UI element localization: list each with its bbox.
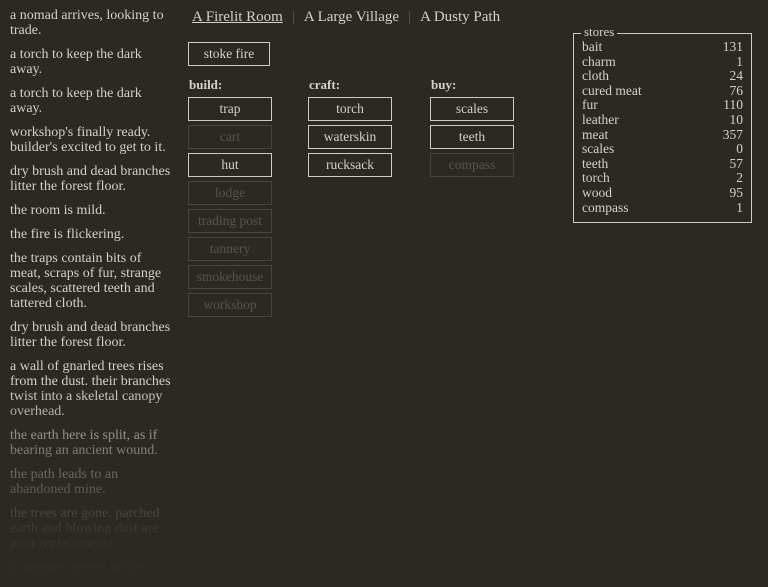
store-item-name: fur <box>582 97 598 113</box>
stores-legend: stores <box>581 25 618 39</box>
store-item-name: compass <box>582 199 629 215</box>
buy-button-teeth[interactable]: teeth <box>430 125 514 149</box>
buy-section: buy: scales teeth compass <box>430 78 514 181</box>
store-item-name: cured meat <box>582 82 642 98</box>
store-row: wood 95 <box>582 184 744 201</box>
store-item-value: 2 <box>736 170 743 186</box>
build-button-smokehouse: smokehouse <box>188 265 272 289</box>
build-button-list: trap cart hut lodge trading post tannery smoke… <box>188 97 272 317</box>
notification-row: the trees are gone. parched earth and bl… <box>10 506 160 551</box>
buy-button-compass: compass <box>430 153 514 177</box>
store-item-value: 1 <box>736 53 743 69</box>
build-button-trading-post: trading post <box>188 209 272 233</box>
notification-row: the path leads to an abandoned mine. <box>10 467 119 497</box>
tab-a-dusty-path[interactable]: A Dusty Path <box>420 9 500 26</box>
header-tabs: A Firelit Room | A Large Village | A Dusty P… <box>192 9 500 29</box>
notification-row: the room is mild. <box>10 203 106 218</box>
store-row: teeth 57 <box>582 155 744 172</box>
notification-row: a nomad arrives, looking to trade. <box>10 8 164 38</box>
tab-separator: | <box>408 9 412 25</box>
build-section: build: trap cart hut lodge trading post tanne… <box>188 78 272 321</box>
store-item-value: 357 <box>722 126 743 142</box>
notification-row: the traps contain bits of meat, scraps o… <box>10 251 162 311</box>
craft-title: craft: <box>309 77 341 92</box>
notification-row: a wall of gnarled trees rises from the d… <box>10 359 171 419</box>
stoke-fire-button[interactable]: stoke fire <box>188 42 270 66</box>
build-button-cart: cart <box>188 125 272 149</box>
tab-a-firelit-room[interactable]: A Firelit Room <box>192 9 283 26</box>
store-item-name: cloth <box>582 68 609 84</box>
stores-row-list: bait 131 charm 1 cloth 24 cured meat 76 fur 110 le… <box>582 39 744 216</box>
stores-panel: stores bait 131 charm 1 cloth 24 cured meat 76 f… <box>573 25 752 224</box>
store-item-name: leather <box>582 111 619 127</box>
notification-row: the fire is flickering. <box>10 227 125 242</box>
store-row: torch 2 <box>582 171 743 186</box>
store-row: compass 1 <box>582 199 743 216</box>
store-item-value: 10 <box>729 111 744 127</box>
notification-row: a torch to keep the dark away. <box>10 47 142 77</box>
store-item-value: 131 <box>722 39 743 54</box>
notification-log: a nomad arrives, looking to trade. a torc… <box>0 0 182 587</box>
notification-row: a stranger arrives in the night. <box>10 560 142 587</box>
tab-separator: | <box>291 9 295 25</box>
craft-section: craft: torch waterskin rucksack <box>308 78 392 181</box>
notification-row: dry brush and dead branches litter the f… <box>10 164 171 194</box>
store-row: charm 1 <box>582 53 743 70</box>
craft-button-list: torch waterskin rucksack <box>308 97 392 177</box>
store-item-value: 0 <box>736 141 743 157</box>
notification-row: workshop's finally ready. builder's exci… <box>10 125 166 155</box>
store-item-value: 95 <box>729 184 744 200</box>
build-button-workshop: workshop <box>188 293 272 317</box>
store-item-value: 57 <box>729 155 744 171</box>
store-row: cured meat 76 <box>582 82 744 99</box>
craft-button-torch[interactable]: torch <box>308 97 392 121</box>
notification-row: the earth here is split, as if bearing a… <box>10 428 158 458</box>
store-item-value: 1 <box>736 199 743 215</box>
tab-a-large-village[interactable]: A Large Village <box>304 9 399 26</box>
store-row: scales 0 <box>582 142 743 157</box>
store-item-name: scales <box>582 141 615 157</box>
store-row: fur 110 <box>582 98 743 113</box>
store-row: meat 357 <box>582 126 743 143</box>
build-button-tannery: tannery <box>188 237 272 261</box>
store-item-value: 110 <box>723 97 743 113</box>
store-item-name: bait <box>582 39 603 54</box>
build-button-trap[interactable]: trap <box>188 97 272 121</box>
store-item-value: 24 <box>729 68 744 84</box>
notification-row: dry brush and dead branches litter the f… <box>10 320 171 350</box>
buy-button-scales[interactable]: scales <box>430 97 514 121</box>
store-row: bait 131 <box>582 39 743 55</box>
store-item-value: 76 <box>729 82 744 98</box>
notification-row: a torch to keep the dark away. <box>10 86 142 116</box>
craft-button-waterskin[interactable]: waterskin <box>308 125 392 149</box>
build-button-hut[interactable]: hut <box>188 153 272 177</box>
store-item-name: charm <box>582 53 616 69</box>
buy-title: buy: <box>431 77 457 92</box>
store-item-name: meat <box>582 126 609 142</box>
store-row: cloth 24 <box>582 69 743 84</box>
room-panel: stoke fire build: trap cart hut lodge tradin… <box>188 42 568 582</box>
craft-button-rucksack[interactable]: rucksack <box>308 153 392 177</box>
store-item-name: wood <box>582 184 612 200</box>
buy-button-list: scales teeth compass <box>430 97 514 177</box>
store-item-name: torch <box>582 170 610 186</box>
store-item-name: teeth <box>582 155 609 171</box>
build-title: build: <box>189 77 223 92</box>
store-row: leather 10 <box>582 111 744 128</box>
build-button-lodge: lodge <box>188 181 272 205</box>
